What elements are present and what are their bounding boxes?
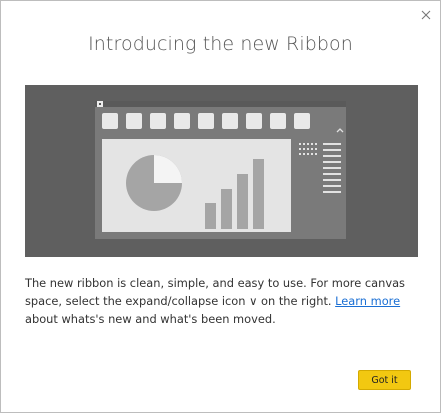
dialog: Introducing the new Ribbon The new ribbo… — [0, 0, 441, 413]
got-it-button[interactable]: Got it — [358, 370, 411, 390]
close-button[interactable] — [418, 7, 434, 23]
ribbon-illustration — [25, 85, 418, 257]
ribbon-description: The new ribbon is clean, simple, and eas… — [25, 274, 419, 329]
description-text-2: on the right. — [257, 294, 336, 309]
close-icon — [421, 10, 431, 20]
ribbon-illustration-graphic — [95, 101, 346, 239]
learn-more-link[interactable]: Learn more — [335, 294, 400, 308]
dialog-title: Introducing the new Ribbon — [88, 33, 353, 55]
description-text-3: about whats's new and what's been moved. — [25, 312, 276, 327]
